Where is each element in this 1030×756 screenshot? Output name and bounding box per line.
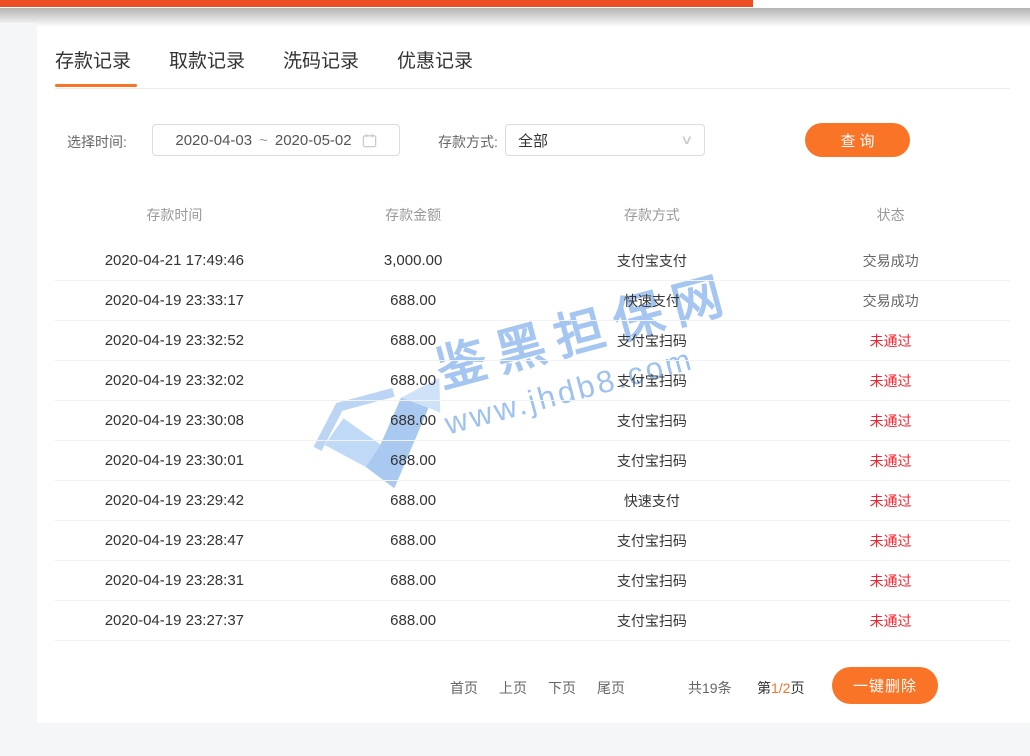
tabs-divider bbox=[55, 88, 1010, 89]
pager-page-indicator: 第1/2页 bbox=[757, 678, 804, 698]
cell-deposit-amount: 688.00 bbox=[294, 372, 533, 389]
cell-deposit-time: 2020-04-19 23:32:02 bbox=[55, 372, 294, 389]
pager-prev-page[interactable]: 上页 bbox=[499, 678, 527, 698]
tab-rebate-records[interactable]: 洗码记录 bbox=[283, 46, 359, 73]
table-row: 2020-04-21 17:49:46 3,000.00 支付宝支付 交易成功 bbox=[55, 241, 1010, 281]
table-row: 2020-04-19 23:30:01 688.00 支付宝扫码 未通过 bbox=[55, 441, 1010, 481]
bottom-gutter bbox=[0, 723, 1030, 756]
method-filter-label: 存款方式: bbox=[438, 132, 498, 152]
loading-progress-bar bbox=[0, 0, 753, 7]
cell-status: 未通过 bbox=[771, 571, 1010, 591]
table-header-row: 存款时间 存款金额 存款方式 状态 bbox=[55, 200, 1010, 230]
cell-status: 未通过 bbox=[771, 611, 1010, 631]
cell-deposit-time: 2020-04-19 23:27:37 bbox=[55, 612, 294, 629]
cell-deposit-amount: 688.00 bbox=[294, 612, 533, 629]
tab-bar: 存款记录 取款记录 洗码记录 优惠记录 bbox=[55, 46, 473, 73]
cell-deposit-amount: 688.00 bbox=[294, 532, 533, 549]
table-row: 2020-04-19 23:33:17 688.00 快速支付 交易成功 bbox=[55, 281, 1010, 321]
table-body: 2020-04-21 17:49:46 3,000.00 支付宝支付 交易成功 … bbox=[55, 241, 1010, 641]
date-end-value: 2020-05-02 bbox=[275, 132, 352, 149]
pager-next-page[interactable]: 下页 bbox=[548, 678, 576, 698]
cell-deposit-method: 支付宝扫码 bbox=[533, 611, 772, 631]
pager-total-count: 共19条 bbox=[688, 678, 732, 698]
cell-deposit-amount: 688.00 bbox=[294, 292, 533, 309]
top-shadow bbox=[0, 8, 1030, 27]
cell-deposit-method: 支付宝扫码 bbox=[533, 411, 772, 431]
col-header-time: 存款时间 bbox=[55, 205, 294, 225]
cell-deposit-time: 2020-04-19 23:29:42 bbox=[55, 492, 294, 509]
cell-deposit-time: 2020-04-19 23:32:52 bbox=[55, 332, 294, 349]
col-header-amount: 存款金额 bbox=[294, 205, 533, 225]
cell-status: 未通过 bbox=[771, 411, 1010, 431]
cell-status: 未通过 bbox=[771, 331, 1010, 351]
tab-promo-records[interactable]: 优惠记录 bbox=[397, 46, 473, 73]
cell-deposit-method: 快速支付 bbox=[533, 291, 772, 311]
col-header-status: 状态 bbox=[771, 205, 1010, 225]
left-gutter bbox=[0, 23, 37, 723]
cell-deposit-time: 2020-04-19 23:33:17 bbox=[55, 292, 294, 309]
cell-status: 交易成功 bbox=[771, 291, 1010, 311]
table-row: 2020-04-19 23:27:37 688.00 支付宝扫码 未通过 bbox=[55, 601, 1010, 641]
time-filter-label: 选择时间: bbox=[67, 132, 127, 152]
deposit-method-value: 全部 bbox=[518, 130, 548, 151]
cell-deposit-amount: 688.00 bbox=[294, 572, 533, 589]
records-page: 存款记录 取款记录 洗码记录 优惠记录 选择时间: 2020-04-03 ~ 2… bbox=[0, 0, 1030, 756]
pager-last-page[interactable]: 尾页 bbox=[597, 678, 625, 698]
cell-deposit-amount: 3,000.00 bbox=[294, 252, 533, 269]
col-header-method: 存款方式 bbox=[533, 205, 772, 225]
cell-deposit-time: 2020-04-19 23:28:31 bbox=[55, 572, 294, 589]
cell-deposit-time: 2020-04-19 23:30:08 bbox=[55, 412, 294, 429]
cell-status: 未通过 bbox=[771, 371, 1010, 391]
table-row: 2020-04-19 23:32:52 688.00 支付宝扫码 未通过 bbox=[55, 321, 1010, 361]
date-range-input[interactable]: 2020-04-03 ~ 2020-05-02 bbox=[152, 124, 400, 156]
cell-status: 未通过 bbox=[771, 531, 1010, 551]
tab-withdrawal-records[interactable]: 取款记录 bbox=[169, 46, 245, 73]
tab-deposit-records[interactable]: 存款记录 bbox=[55, 46, 131, 73]
cell-deposit-time: 2020-04-19 23:28:47 bbox=[55, 532, 294, 549]
date-start-value: 2020-04-03 bbox=[175, 132, 252, 149]
date-range-separator: ~ bbox=[259, 132, 268, 149]
cell-status: 交易成功 bbox=[771, 251, 1010, 271]
cell-deposit-time: 2020-04-21 17:49:46 bbox=[55, 252, 294, 269]
cell-deposit-amount: 688.00 bbox=[294, 492, 533, 509]
cell-deposit-time: 2020-04-19 23:30:01 bbox=[55, 452, 294, 469]
table-row: 2020-04-19 23:30:08 688.00 支付宝扫码 未通过 bbox=[55, 401, 1010, 441]
cell-deposit-method: 支付宝扫码 bbox=[533, 371, 772, 391]
cell-status: 未通过 bbox=[771, 491, 1010, 511]
cell-deposit-amount: 688.00 bbox=[294, 412, 533, 429]
pager-first-page[interactable]: 首页 bbox=[450, 678, 478, 698]
cell-deposit-method: 支付宝扫码 bbox=[533, 451, 772, 471]
table-row: 2020-04-19 23:29:42 688.00 快速支付 未通过 bbox=[55, 481, 1010, 521]
table-row: 2020-04-19 23:32:02 688.00 支付宝扫码 未通过 bbox=[55, 361, 1010, 401]
cell-deposit-method: 支付宝支付 bbox=[533, 251, 772, 271]
cell-deposit-method: 支付宝扫码 bbox=[533, 571, 772, 591]
cell-status: 未通过 bbox=[771, 451, 1010, 471]
deposit-method-select[interactable]: 全部 ∨ bbox=[505, 124, 705, 156]
table-row: 2020-04-19 23:28:31 688.00 支付宝扫码 未通过 bbox=[55, 561, 1010, 601]
pager-current-page: 1/2 bbox=[771, 680, 790, 696]
calendar-icon[interactable] bbox=[362, 133, 377, 148]
cell-deposit-method: 快速支付 bbox=[533, 491, 772, 511]
cell-deposit-method: 支付宝扫码 bbox=[533, 331, 772, 351]
table-row: 2020-04-19 23:28:47 688.00 支付宝扫码 未通过 bbox=[55, 521, 1010, 561]
cell-deposit-method: 支付宝扫码 bbox=[533, 531, 772, 551]
query-button[interactable]: 查询 bbox=[805, 123, 910, 157]
cell-deposit-amount: 688.00 bbox=[294, 452, 533, 469]
chevron-down-icon: ∨ bbox=[681, 132, 694, 148]
cell-deposit-amount: 688.00 bbox=[294, 332, 533, 349]
delete-all-button[interactable]: 一键删除 bbox=[832, 667, 938, 704]
active-tab-underline bbox=[55, 84, 137, 87]
